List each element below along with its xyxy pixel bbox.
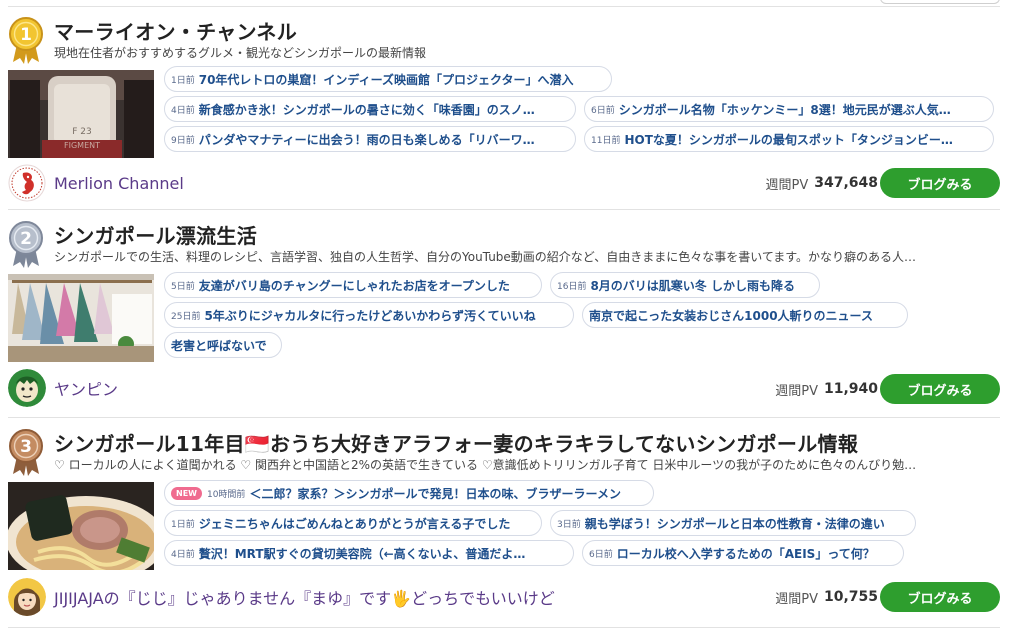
article-title: シンガポール名物「ホッケンミー」8選！地元民が選ぶ人気… [618, 102, 951, 117]
article-link[interactable]: 9日前 パンダやマナティーに出会う！雨の日も楽しめる「リバーワ… [164, 126, 576, 152]
pv-label: 週間PV [765, 177, 809, 193]
svg-text:3: 3 [20, 437, 32, 457]
blog-description: シンガポールでの生活、料理のレシピ、言語学習、独自の人生哲学、自分のYouTub… [54, 250, 917, 264]
bronze-medal-icon: 3 [9, 429, 43, 476]
article-title: 親も学ぼう！シンガポールと日本の性教育・法律の違い [584, 516, 885, 531]
weekly-pv: 週間PV 11,940 [698, 369, 878, 409]
top-divider [0, 0, 1020, 8]
article-age: 9日前 [171, 135, 195, 146]
article-title: HOTな夏！シンガポールの最旬スポット「タンジョンビー… [624, 132, 953, 147]
article-title: 5年ぶりにジャカルタに行ったけどあいかわらず汚くていいね [204, 308, 536, 323]
article-age: 1日前 [171, 75, 195, 86]
article-link[interactable]: NEW 10時間前 ＜二郎？家系？＞シンガポールで発見！日本の味、ブラザーラーメ… [164, 480, 654, 506]
blog-thumbnail[interactable] [8, 482, 154, 570]
article-title: 70年代レトロの巣窟！インディーズ映画館「プロジェクター」へ潜入 [198, 72, 574, 87]
owner-avatar [8, 164, 46, 202]
weekly-pv: 週間PV 10,755 [698, 577, 878, 617]
new-badge: NEW [171, 486, 202, 500]
svg-text:F 23: F 23 [72, 127, 92, 137]
article-age: 5日前 [171, 281, 195, 292]
article-link[interactable]: 6日前 ローカル校へ入学するための「AEIS」って何？ [582, 540, 904, 566]
article-age: 3日前 [557, 519, 581, 530]
article-title: 南京で起こった女装おじさん1000人斬りのニュース [589, 308, 873, 323]
article-age: 1日前 [171, 519, 195, 530]
article-title: 贅沢！MRT駅すぐの貸切美容院（←高くないよ、普通だよ… [198, 546, 526, 561]
blog-owner[interactable]: ヤンピン [8, 368, 608, 408]
article-link[interactable]: 1日前 70年代レトロの巣窟！インディーズ映画館「プロジェクター」へ潜入 [164, 66, 612, 92]
blog-thumbnail[interactable]: F 23 FIGMENT [8, 70, 154, 158]
article-link[interactable]: 4日前 贅沢！MRT駅すぐの貸切美容院（←高くないよ、普通だよ… [164, 540, 574, 566]
owner-avatar [8, 578, 46, 616]
blog-description: ♡ ローカルの人によく道聞かれる ♡ 関西弁と中国語と2%の英語で生きている ♡… [54, 458, 917, 472]
blog-thumbnail[interactable] [8, 274, 154, 362]
article-title: 新食感かき氷！シンガポールの暑さに効く「味香園」のスノ… [198, 102, 535, 117]
article-title: 8月のバリは肌寒い冬 しかし雨も降る [590, 278, 795, 293]
article-title: ＜二郎？家系？＞シンガポールで発見！日本の味、ブラザーラーメン [249, 486, 621, 501]
gold-medal-icon: 1 [9, 17, 43, 64]
blog-owner[interactable]: Merlion Channel [8, 163, 608, 203]
pv-label: 週間PV [775, 591, 818, 607]
article-link[interactable]: 5日前 友達がバリ島のチャングーにしゃれたお店をオープンした [164, 272, 542, 298]
article-title: 老害と呼ばないで [171, 338, 267, 353]
article-age: 16日前 [557, 281, 587, 292]
article-link[interactable]: 16日前 8月のバリは肌寒い冬 しかし雨も降る [550, 272, 820, 298]
owner-name: Merlion Channel [54, 173, 184, 193]
pv-label: 週間PV [775, 383, 818, 399]
article-age: 4日前 [171, 549, 195, 560]
blog-owner[interactable]: JIJIJAJAの『じじ』じゃありません『まゆ』です🖐どっちでもいいけど [8, 577, 608, 617]
article-age: 11日前 [591, 135, 621, 146]
owner-avatar [8, 369, 46, 407]
divider [8, 627, 1000, 628]
blog-title[interactable]: マーライオン・チャンネル [54, 16, 297, 45]
svg-text:FIGMENT: FIGMENT [64, 141, 100, 150]
article-title: 友達がバリ島のチャングーにしゃれたお店をオープンした [198, 278, 510, 293]
svg-text:2: 2 [20, 229, 32, 249]
pv-value: 11,940 [823, 381, 878, 397]
blog-description: 現地在住者がおすすめするグルメ・観光などシンガポールの最新情報 [54, 46, 427, 60]
article-link[interactable]: 老害と呼ばないで [164, 332, 282, 358]
ranking-entry: 1 マーライオン・チャンネル 現地在住者がおすすめするグルメ・観光などシンガポー… [8, 10, 1000, 210]
owner-name: ヤンピン [54, 380, 119, 399]
article-link[interactable]: 11日前 HOTな夏！シンガポールの最旬スポット「タンジョンビー… [584, 126, 994, 152]
article-title: パンダやマナティーに出会う！雨の日も楽しめる「リバーワ… [198, 132, 535, 147]
blog-title[interactable]: シンガポール漂流生活 [54, 220, 257, 249]
article-age: 25日前 [171, 311, 201, 322]
article-link[interactable]: 25日前 5年ぶりにジャカルタに行ったけどあいかわらず汚くていいね [164, 302, 574, 328]
article-age: 4日前 [171, 105, 195, 116]
view-blog-button[interactable]: ブログみる [880, 582, 1000, 612]
ranking-entry: 2 シンガポール漂流生活 シンガポールでの生活、料理のレシピ、言語学習、独自の人… [8, 214, 1000, 418]
article-title: ローカル校へ入学するための「AEIS」って何？ [616, 546, 875, 561]
divider [8, 417, 1000, 418]
view-blog-button[interactable]: ブログみる [880, 374, 1000, 404]
pv-value: 10,755 [823, 589, 878, 605]
owner-name: JIJIJAJAの『じじ』じゃありません『まゆ』です🖐どっちでもいいけど [54, 589, 555, 608]
article-link[interactable]: 3日前 親も学ぼう！シンガポールと日本の性教育・法律の違い [550, 510, 916, 536]
article-age: 6日前 [589, 549, 613, 560]
article-link[interactable]: 1日前 ジェミニちゃんはごめんねとありがとうが言える子でした [164, 510, 542, 536]
article-link[interactable]: 4日前 新食感かき氷！シンガポールの暑さに効く「味香園」のスノ… [164, 96, 576, 122]
ranking-entry: 3 シンガポール11年目🇸🇬おうち大好きアラフォー妻のキラキラしてないシンガポー… [8, 422, 1000, 628]
divider [8, 209, 1000, 210]
pv-value: 347,648 [814, 175, 878, 191]
article-title: ジェミニちゃんはごめんねとありがとうが言える子でした [198, 516, 511, 531]
article-age: 6日前 [591, 105, 615, 116]
svg-text:1: 1 [20, 25, 32, 45]
weekly-pv: 週間PV 347,648 [698, 163, 879, 203]
article-link[interactable]: 南京で起こった女装おじさん1000人斬りのニュース [582, 302, 908, 328]
article-link[interactable]: 6日前 シンガポール名物「ホッケンミー」8選！地元民が選ぶ人気… [584, 96, 994, 122]
view-blog-button[interactable]: ブログみる [880, 168, 1000, 198]
top-control-stub[interactable] [880, 0, 1000, 4]
blog-title[interactable]: シンガポール11年目🇸🇬おうち大好きアラフォー妻のキラキラしてないシンガポール情… [54, 428, 858, 457]
silver-medal-icon: 2 [9, 221, 43, 268]
article-age: 10時間前 [206, 489, 246, 500]
